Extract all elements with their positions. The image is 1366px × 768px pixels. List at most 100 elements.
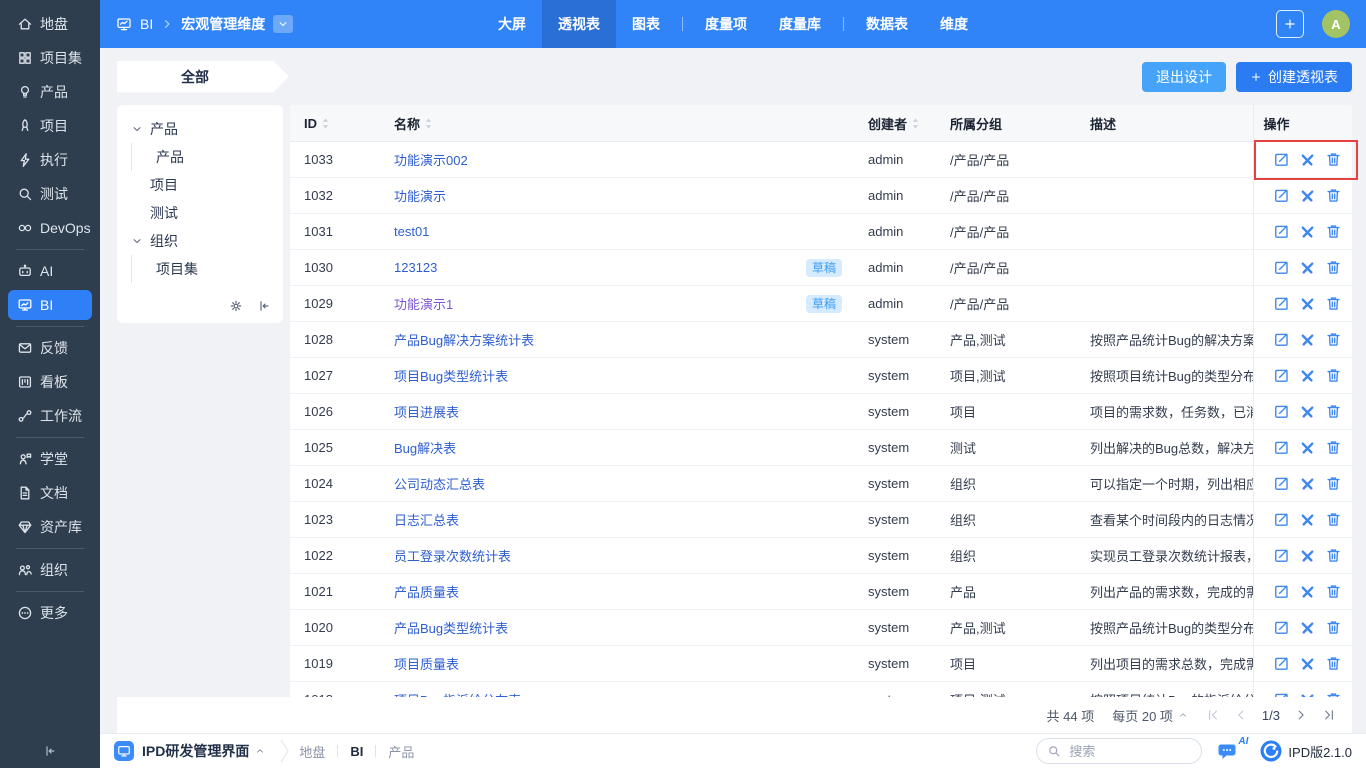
sidebar-item-school[interactable]: 学堂 <box>8 444 92 474</box>
tree-item-qa[interactable]: 测试 <box>117 199 283 227</box>
tab-chart[interactable]: 图表 <box>616 0 676 48</box>
sidebar-item-workflow[interactable]: 工作流 <box>8 401 92 431</box>
trash-icon[interactable] <box>1325 619 1342 636</box>
create-pivot-button[interactable]: 创建透视表 <box>1236 62 1352 92</box>
pivot-name-link[interactable]: 产品Bug解决方案统计表 <box>394 330 534 349</box>
sidebar-item-program[interactable]: 项目集 <box>8 43 92 73</box>
dimension-dropdown-button[interactable] <box>273 15 293 33</box>
breadcrumb-root[interactable]: BI <box>140 16 153 32</box>
design-icon[interactable] <box>1299 331 1316 348</box>
page-size-select[interactable]: 每页 20 项 <box>1112 706 1188 725</box>
tab-metric-lib[interactable]: 度量库 <box>763 0 837 48</box>
trash-icon[interactable] <box>1325 295 1342 312</box>
bottom-crumb-product[interactable]: 产品 <box>388 742 414 761</box>
trash-icon[interactable] <box>1325 223 1342 240</box>
edit-icon[interactable] <box>1273 151 1290 168</box>
design-icon[interactable] <box>1299 151 1316 168</box>
edit-icon[interactable] <box>1273 439 1290 456</box>
trash-icon[interactable] <box>1325 403 1342 420</box>
pivot-name-link[interactable]: 产品Bug类型统计表 <box>394 618 508 637</box>
chevron-down-icon[interactable] <box>131 123 143 135</box>
pivot-name-link[interactable]: 员工登录次数统计表 <box>394 546 511 565</box>
design-icon[interactable] <box>1299 511 1316 528</box>
edit-icon[interactable] <box>1273 331 1290 348</box>
sidebar-item-project[interactable]: 项目 <box>8 111 92 141</box>
exit-design-button[interactable]: 退出设计 <box>1142 62 1226 92</box>
pivot-name-link[interactable]: 项目进展表 <box>394 402 459 421</box>
last-page-icon[interactable] <box>1322 708 1336 722</box>
tree-item-org[interactable]: 组织 <box>117 227 283 255</box>
sidebar-item-product[interactable]: 产品 <box>8 77 92 107</box>
ai-assistant-button[interactable]: AI <box>1218 740 1244 762</box>
bottom-crumb-home[interactable]: 地盘 <box>299 742 325 761</box>
next-page-icon[interactable] <box>1294 708 1308 722</box>
pivot-name-link[interactable]: 公司动态汇总表 <box>394 474 485 493</box>
edit-icon[interactable] <box>1273 511 1290 528</box>
edit-icon[interactable] <box>1273 367 1290 384</box>
design-icon[interactable] <box>1299 295 1316 312</box>
tree-item-program[interactable]: 项目集 <box>117 255 283 283</box>
chevron-down-icon[interactable] <box>131 235 143 247</box>
caret-up-icon[interactable] <box>255 746 265 756</box>
bottom-crumb-bi[interactable]: BI <box>350 744 363 759</box>
sidebar-item-qa[interactable]: 测试 <box>8 179 92 209</box>
search-input[interactable] <box>1067 743 1181 760</box>
tab-dataset[interactable]: 数据表 <box>850 0 924 48</box>
pivot-name-link[interactable]: test01 <box>394 224 429 239</box>
pivot-name-link[interactable]: 功能演示 <box>394 186 446 205</box>
trash-icon[interactable] <box>1325 439 1342 456</box>
sidebar-item-asset[interactable]: 资产库 <box>8 512 92 542</box>
design-icon[interactable] <box>1299 439 1316 456</box>
sidebar-item-devops[interactable]: DevOps <box>8 213 92 243</box>
design-icon[interactable] <box>1299 403 1316 420</box>
sidebar-item-home[interactable]: 地盘 <box>8 9 92 39</box>
pivot-name-link[interactable]: Bug解决表 <box>394 438 456 457</box>
sidebar-item-execution[interactable]: 执行 <box>8 145 92 175</box>
edit-icon[interactable] <box>1273 295 1290 312</box>
first-page-icon[interactable] <box>1206 708 1220 722</box>
tree-item-product-child[interactable]: 产品 <box>117 143 283 171</box>
trash-icon[interactable] <box>1325 331 1342 348</box>
sidebar-item-doc[interactable]: 文档 <box>8 478 92 508</box>
sort-icon[interactable] <box>911 117 920 130</box>
trash-icon[interactable] <box>1325 475 1342 492</box>
trash-icon[interactable] <box>1325 547 1342 564</box>
sort-icon[interactable] <box>321 117 330 130</box>
app-title[interactable]: IPD研发管理界面 <box>142 741 249 761</box>
avatar[interactable]: A <box>1322 10 1350 38</box>
trash-icon[interactable] <box>1325 259 1342 276</box>
tab-dashboard[interactable]: 大屏 <box>482 0 542 48</box>
design-icon[interactable] <box>1299 223 1316 240</box>
pivot-name-link[interactable]: 123123 <box>394 260 437 275</box>
edit-icon[interactable] <box>1273 403 1290 420</box>
trash-icon[interactable] <box>1325 367 1342 384</box>
edit-icon[interactable] <box>1273 547 1290 564</box>
edit-icon[interactable] <box>1273 259 1290 276</box>
design-icon[interactable] <box>1299 259 1316 276</box>
edit-icon[interactable] <box>1273 187 1290 204</box>
design-icon[interactable] <box>1299 583 1316 600</box>
sidebar-item-feedback[interactable]: 反馈 <box>8 333 92 363</box>
pivot-name-link[interactable]: 项目Bug指派给分布表 <box>394 690 521 697</box>
sidebar-collapse-button[interactable] <box>0 744 100 758</box>
trash-icon[interactable] <box>1325 655 1342 672</box>
pivot-name-link[interactable]: 功能演示002 <box>394 150 468 169</box>
sort-icon[interactable] <box>424 117 433 130</box>
design-icon[interactable] <box>1299 619 1316 636</box>
pivot-name-link[interactable]: 功能演示1 <box>394 294 453 313</box>
column-header-0[interactable]: ID <box>290 105 380 142</box>
design-icon[interactable] <box>1299 547 1316 564</box>
tree-item-project[interactable]: 项目 <box>117 171 283 199</box>
pivot-name-link[interactable]: 项目质量表 <box>394 654 459 673</box>
add-button[interactable] <box>1276 10 1304 38</box>
gear-icon[interactable] <box>229 299 243 313</box>
edit-icon[interactable] <box>1273 223 1290 240</box>
edit-icon[interactable] <box>1273 475 1290 492</box>
trash-icon[interactable] <box>1325 511 1342 528</box>
tab-dimension[interactable]: 维度 <box>924 0 984 48</box>
design-icon[interactable] <box>1299 187 1316 204</box>
design-icon[interactable] <box>1299 475 1316 492</box>
sidebar-item-org[interactable]: 组织 <box>8 555 92 585</box>
pivot-name-link[interactable]: 日志汇总表 <box>394 510 459 529</box>
design-icon[interactable] <box>1299 655 1316 672</box>
